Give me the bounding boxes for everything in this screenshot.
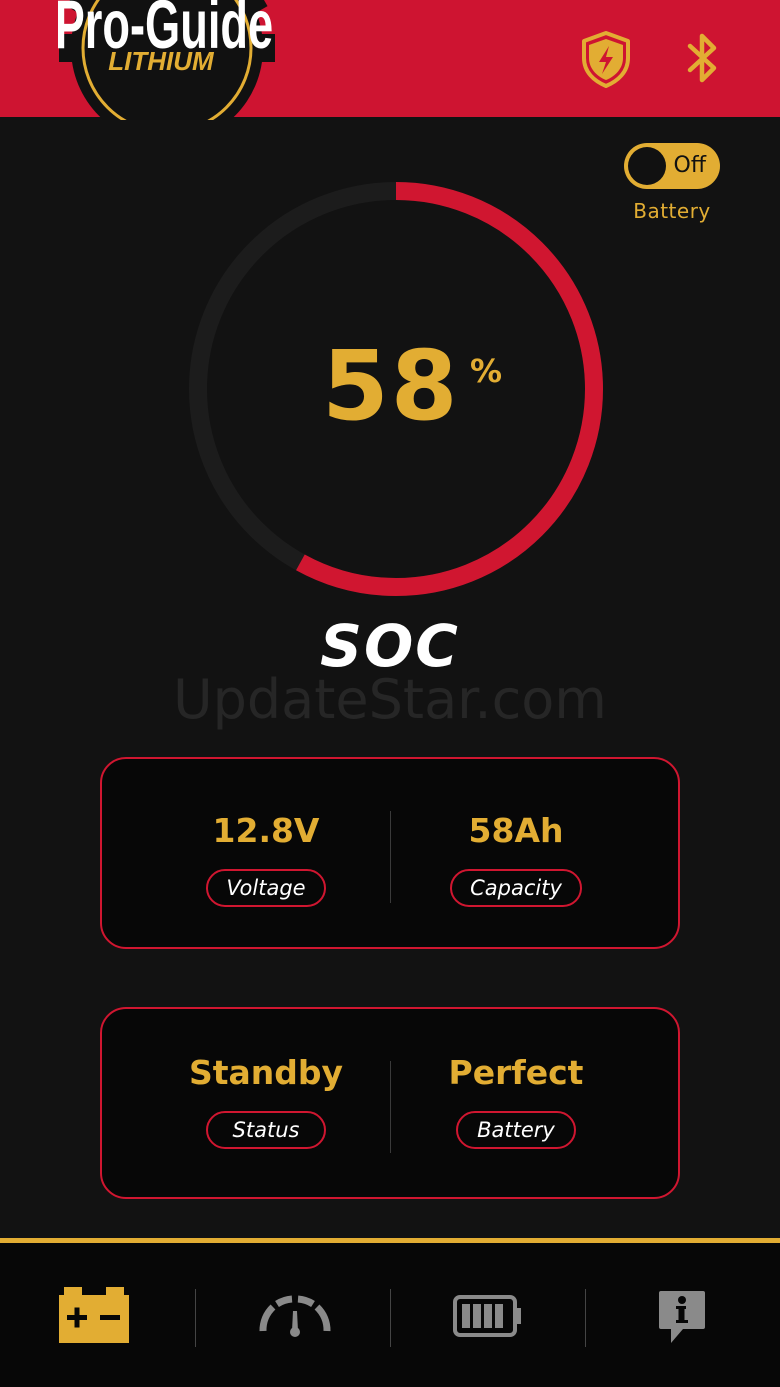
- app-header: Pro-Guide LITHIUM: [0, 0, 780, 120]
- gauge-meter-icon: [259, 1295, 331, 1337]
- nav-item-level[interactable]: [390, 1243, 585, 1387]
- voltage-value: 12.8V: [212, 811, 320, 850]
- bluetooth-icon[interactable]: [684, 30, 722, 88]
- battery-toggle-group: Off Battery: [624, 143, 720, 223]
- status-value: Standby: [188, 1053, 344, 1092]
- card-divider: [390, 1061, 391, 1153]
- soc-unit: %: [470, 352, 503, 390]
- battery-toggle[interactable]: Off: [624, 143, 720, 189]
- bottom-nav: [0, 1238, 780, 1387]
- status-label: Status: [206, 1111, 326, 1149]
- battery-terminal-icon: [59, 1287, 129, 1343]
- voltage-label: Voltage: [206, 869, 326, 907]
- capacity-metric: 58Ah Capacity: [396, 807, 636, 907]
- watermark: UpdateStar.com: [173, 668, 607, 731]
- pro-guide-lithium-logo: Pro-Guide LITHIUM: [58, 0, 275, 120]
- nav-item-info[interactable]: [585, 1243, 780, 1387]
- toggle-knob: [628, 147, 666, 185]
- battery-health-label: Battery: [456, 1111, 576, 1149]
- status-battery-card: Standby Status Perfect Battery: [100, 1007, 680, 1199]
- battery-level-icon: [453, 1295, 521, 1337]
- info-icon: [659, 1291, 705, 1343]
- svg-text:LITHIUM: LITHIUM: [108, 46, 215, 76]
- toggle-state-text: Off: [673, 153, 706, 178]
- card-divider: [390, 811, 391, 903]
- soc-value: 58: [322, 330, 460, 442]
- battery-health-metric: Perfect Battery: [396, 1049, 636, 1149]
- nav-item-gauge[interactable]: [195, 1243, 390, 1387]
- nav-item-battery[interactable]: [0, 1243, 195, 1387]
- voltage-metric: 12.8V Voltage: [146, 807, 386, 907]
- status-metric: Standby Status: [146, 1049, 386, 1149]
- capacity-label: Capacity: [450, 869, 582, 907]
- shield-bolt-icon[interactable]: [580, 30, 632, 88]
- voltage-capacity-card: 12.8V Voltage 58Ah Capacity: [100, 757, 680, 949]
- battery-health-value: Perfect: [448, 1053, 584, 1092]
- toggle-label: Battery: [633, 199, 711, 223]
- capacity-value: 58Ah: [468, 811, 564, 850]
